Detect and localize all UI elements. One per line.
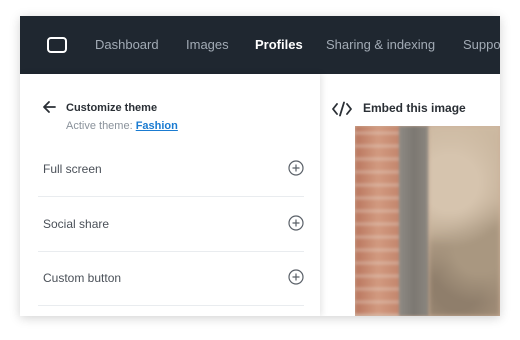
pillar-area bbox=[399, 126, 429, 316]
nav-item-dashboard[interactable]: Dashboard bbox=[95, 37, 159, 53]
active-theme-link[interactable]: Fashion bbox=[136, 120, 178, 132]
active-theme-label: Active theme: bbox=[66, 120, 133, 132]
nav-item-sharing-indexing[interactable]: Sharing & indexing bbox=[326, 37, 435, 53]
app-window: Dashboard Images Profiles Sharing & inde… bbox=[20, 16, 500, 316]
panel-title: Customize theme bbox=[66, 102, 158, 114]
nav-item-profiles[interactable]: Profiles bbox=[255, 37, 303, 53]
nav-item-support[interactable]: Suppo bbox=[463, 37, 500, 53]
plus-circle-icon[interactable] bbox=[288, 160, 304, 176]
plus-circle-icon[interactable] bbox=[288, 215, 304, 231]
stone-wall-area bbox=[429, 126, 500, 316]
option-label: Custom button bbox=[43, 271, 122, 285]
brick-wall-area bbox=[355, 126, 401, 316]
option-label: Full screen bbox=[43, 162, 102, 176]
option-label: Social share bbox=[43, 217, 110, 231]
customize-theme-panel: Customize theme Active theme: Fashion Fu… bbox=[20, 74, 320, 316]
plus-circle-icon[interactable] bbox=[288, 269, 304, 285]
embed-label: Embed this image bbox=[363, 101, 466, 115]
option-full-screen[interactable]: Full screen bbox=[38, 142, 304, 197]
active-theme-line: Active theme: Fashion bbox=[66, 120, 178, 132]
option-social-share[interactable]: Social share bbox=[38, 197, 304, 252]
logo-icon[interactable] bbox=[46, 36, 68, 54]
nav-item-images[interactable]: Images bbox=[186, 37, 229, 53]
arrow-left-icon[interactable] bbox=[42, 100, 56, 114]
code-icon bbox=[332, 101, 352, 117]
image-preview bbox=[355, 126, 500, 316]
option-custom-button[interactable]: Custom button bbox=[38, 251, 304, 306]
top-navigation: Dashboard Images Profiles Sharing & inde… bbox=[20, 16, 500, 74]
